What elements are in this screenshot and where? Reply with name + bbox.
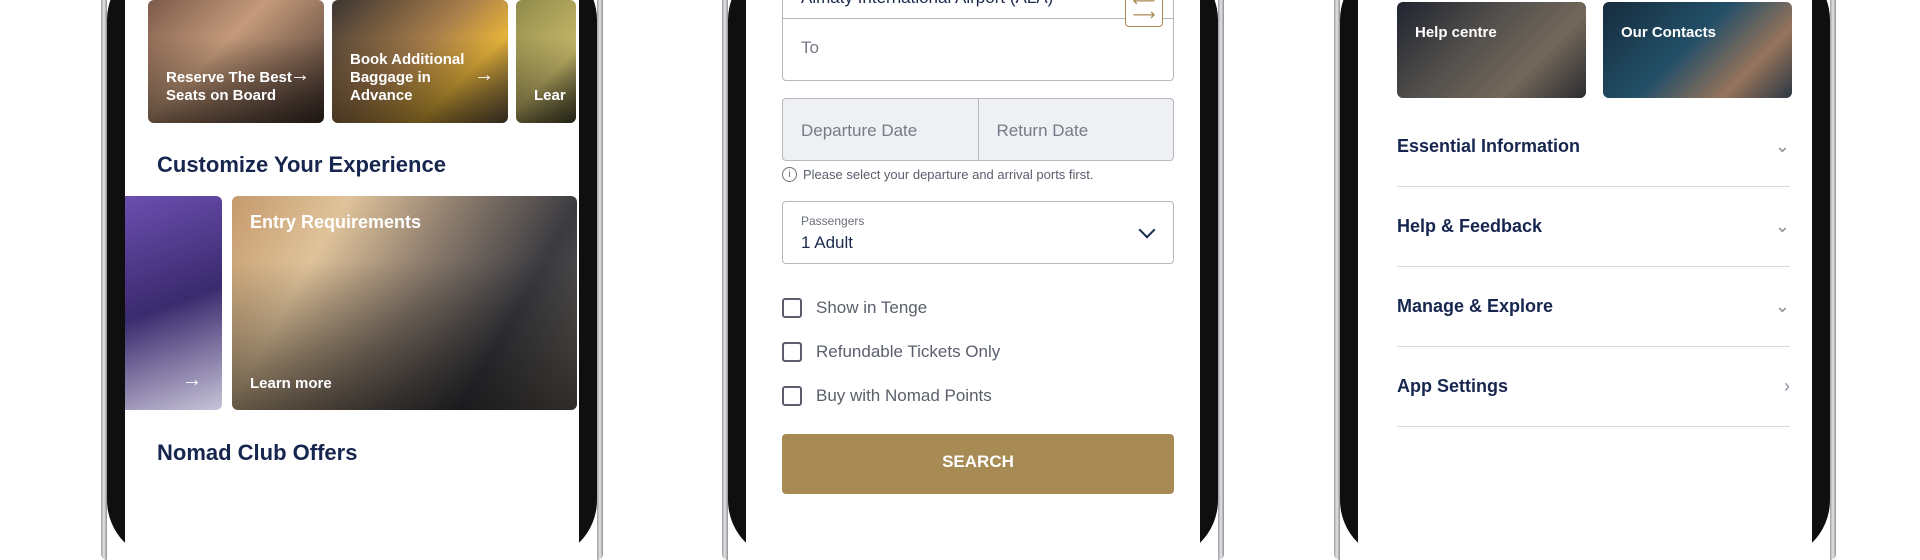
departure-date-placeholder: Departure Date [801, 121, 918, 140]
checkbox-nomad-points[interactable]: Buy with Nomad Points [782, 386, 992, 406]
swap-icon[interactable]: ⟵ ⟶ [1125, 0, 1163, 27]
from-value: Almaty International Airport (ALA) [801, 0, 1053, 8]
arrow-right-icon: → [474, 64, 494, 86]
phone-frame-left [1334, 0, 1340, 560]
experience-card-seat[interactable]: → [125, 196, 222, 410]
search-button[interactable]: SEARCH [782, 434, 1174, 494]
checkbox-box[interactable] [782, 342, 802, 362]
support-screen: Help centre Our Contacts Essential Infor… [1358, 0, 1812, 560]
phone-frame-right [1830, 0, 1836, 560]
dates-field: Departure Date Return Date [782, 98, 1174, 161]
info-icon: i [782, 167, 797, 182]
from-field[interactable]: Almaty International Airport (ALA) [783, 0, 1173, 19]
chevron-down-icon: ⌄ [1774, 296, 1790, 316]
checkbox-refundable[interactable]: Refundable Tickets Only [782, 342, 1000, 362]
nomad-offers-title: Nomad Club Offers [157, 440, 358, 465]
help-centre-tile[interactable]: Help centre [1397, 2, 1586, 98]
phone-frame-left [101, 0, 107, 560]
dates-hint-text: Please select your departure and arrival… [803, 167, 1094, 182]
accordion-manage-explore[interactable]: Manage & Explore ⌄ [1397, 267, 1790, 347]
chevron-down-icon [1138, 221, 1156, 239]
arrow-right-icon: → [182, 369, 202, 391]
promo-card-label: Lear [534, 87, 566, 104]
checkbox-box[interactable] [782, 298, 802, 318]
phone-frame-right [597, 0, 603, 560]
departure-date-field[interactable]: Departure Date [783, 99, 979, 160]
search-button-label: SEARCH [942, 452, 1014, 471]
phone-frame-right [1218, 0, 1224, 560]
arrow-right-icon: → [290, 64, 310, 86]
promo-card-label: Book Additional Baggage in Advance [350, 51, 465, 104]
phone-support: Help centre Our Contacts Essential Infor… [1334, 0, 1836, 560]
passengers-value: 1 Adult [801, 233, 853, 252]
our-contacts-tile[interactable]: Our Contacts [1603, 2, 1792, 98]
return-date-placeholder: Return Date [996, 121, 1089, 140]
chevron-down-icon: ⌄ [1774, 216, 1790, 236]
row-app-settings[interactable]: App Settings › [1397, 347, 1790, 427]
home-screen: Reserve The Best Seats on Board → Book A… [125, 0, 579, 560]
return-date-field[interactable]: Return Date [979, 99, 1174, 160]
checkbox-box[interactable] [782, 386, 802, 406]
checkbox-label: Buy with Nomad Points [816, 386, 992, 405]
passengers-label: Passengers [801, 214, 865, 228]
passengers-select[interactable]: Passengers 1 Adult [782, 201, 1174, 264]
accordion-label: Help & Feedback [1397, 216, 1543, 236]
booking-screen: Almaty International Airport (ALA) To ⟵⟶… [746, 0, 1200, 560]
phone-home: Reserve The Best Seats on Board → Book A… [101, 0, 603, 560]
card-overlay [1603, 2, 1792, 98]
chevron-down-icon: ⌄ [1774, 136, 1790, 156]
experience-card-entry[interactable]: Entry Requirements Learn more [232, 196, 577, 410]
to-placeholder: To [801, 38, 819, 57]
phone-frame-left [722, 0, 728, 560]
accordion-essential-information[interactable]: Essential Information ⌄ [1397, 107, 1790, 187]
experience-card-title: Entry Requirements [250, 212, 422, 232]
accordion-label: Manage & Explore [1397, 296, 1554, 316]
to-field[interactable]: To [783, 19, 1173, 81]
accordion-label: Essential Information [1397, 136, 1581, 156]
promo-card-label: Reserve The Best Seats on Board [166, 69, 292, 104]
route-fields: Almaty International Airport (ALA) To ⟵⟶ [782, 0, 1174, 81]
accordion-help-feedback[interactable]: Help & Feedback ⌄ [1397, 187, 1790, 267]
help-centre-label: Help centre [1415, 24, 1497, 41]
dates-hint: i Please select your departure and arriv… [782, 167, 1093, 182]
checkbox-label: Show in Tenge [816, 298, 928, 317]
checkbox-show-tenge[interactable]: Show in Tenge [782, 298, 927, 318]
learn-more-link[interactable]: Learn more [250, 375, 332, 392]
card-overlay [1397, 2, 1586, 98]
promo-card-seats[interactable]: Reserve The Best Seats on Board → [148, 0, 324, 123]
our-contacts-label: Our Contacts [1621, 24, 1717, 41]
phone-booking: Almaty International Airport (ALA) To ⟵⟶… [722, 0, 1224, 560]
accordion-label: App Settings [1397, 376, 1508, 396]
chevron-right-icon: › [1784, 376, 1790, 396]
checkbox-label: Refundable Tickets Only [816, 342, 1001, 361]
promo-card-learn[interactable]: Lear [516, 0, 576, 123]
promo-card-baggage[interactable]: Book Additional Baggage in Advance → [332, 0, 508, 123]
customize-title: Customize Your Experience [157, 152, 446, 177]
